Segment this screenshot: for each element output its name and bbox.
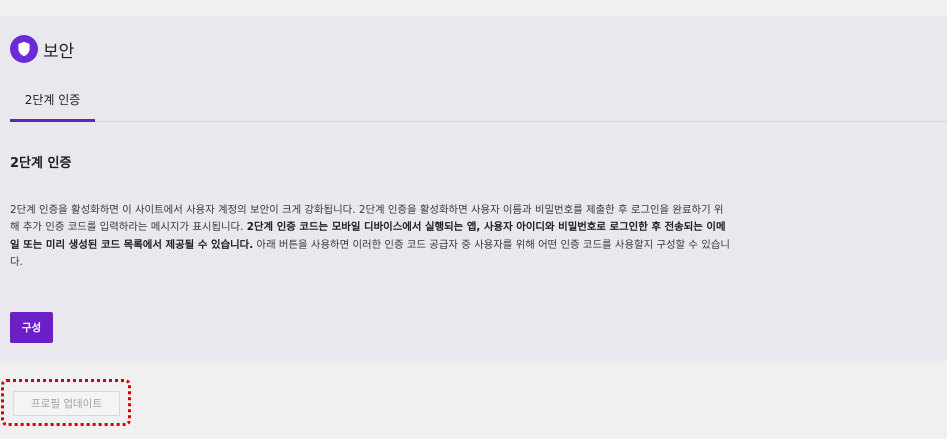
section-title: 2단계 인증 [10, 156, 72, 171]
configure-button[interactable]: 구성 [10, 312, 53, 343]
tab-bar: 2단계 인증 [10, 87, 947, 122]
tab-two-factor-auth[interactable]: 2단계 인증 [10, 87, 95, 122]
update-profile-button[interactable]: 프로필 업데이트 [13, 391, 120, 416]
security-panel: 보안 2단계 인증 2단계 인증 2단계 인증을 활성화하면 이 사이트에서 사… [0, 16, 947, 361]
panel-header: 보안 [10, 35, 74, 63]
update-profile-highlight: 프로필 업데이트 [1, 379, 131, 426]
shield-icon [10, 35, 38, 63]
page: 보안 2단계 인증 2단계 인증 2단계 인증을 활성화하면 이 사이트에서 사… [0, 0, 947, 439]
panel-title: 보안 [43, 41, 75, 62]
section-description: 2단계 인증을 활성화하면 이 사이트에서 사용자 계정의 보안이 크게 강화됩… [10, 202, 732, 271]
shield-icon-glyph [18, 41, 30, 57]
